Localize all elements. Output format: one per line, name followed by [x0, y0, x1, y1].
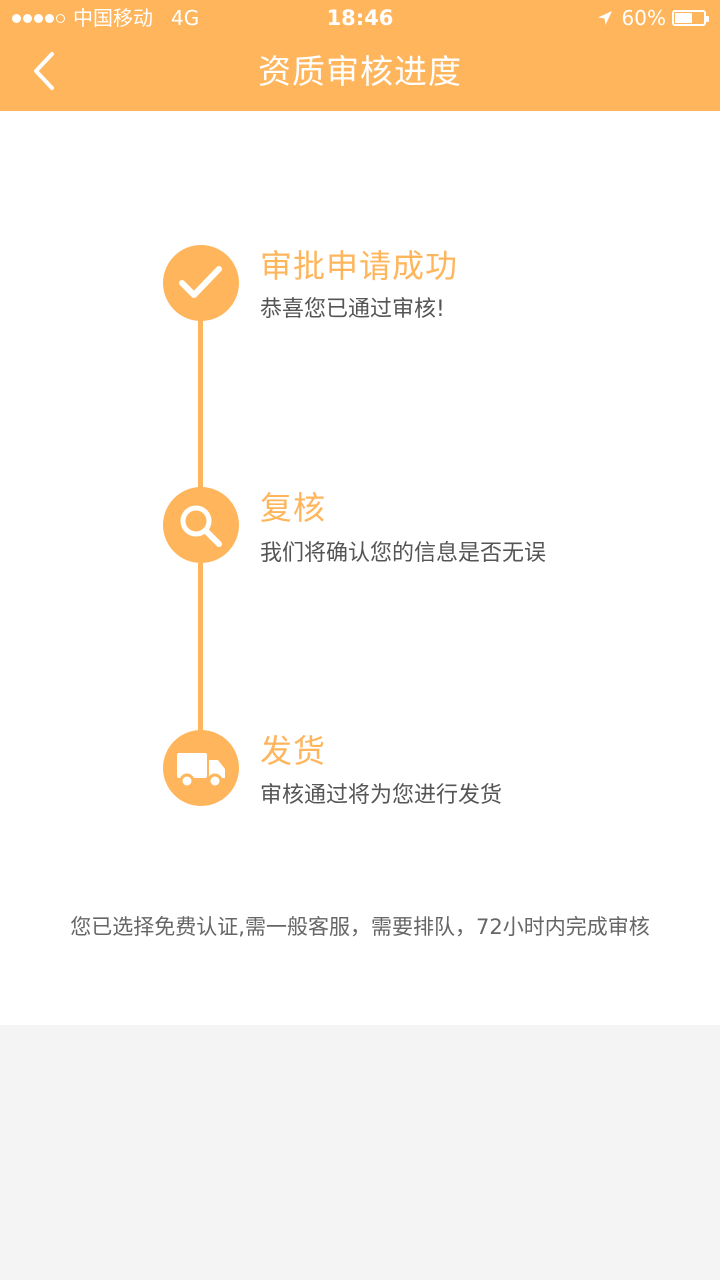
step-approved-circle [163, 245, 239, 321]
status-bar: 中国移动 4G 18:46 60% [0, 0, 720, 36]
location-arrow-icon [597, 11, 612, 25]
battery-tip [706, 16, 709, 22]
step-review-title: 复核 [260, 489, 327, 527]
step-shipping-title: 发货 [260, 732, 327, 770]
page-title: 资质审核进度 [258, 52, 462, 91]
delivery-truck-icon [177, 753, 225, 789]
battery-percent: 60% [621, 6, 666, 30]
progress-content: 审批申请成功 恭喜您已通过审核! 复核 我们将确认您的信息是否无误 发货 审核通… [0, 111, 720, 1025]
step-approved-title: 审批申请成功 [260, 247, 459, 285]
step-approved-description: 恭喜您已通过审核! [260, 297, 445, 322]
queue-notice: 您已选择免费认证,需一般客服，需要排队，72小时内完成审核 [70, 915, 650, 939]
timeline-connector [198, 311, 203, 489]
step-shipping-circle [163, 730, 239, 806]
app-header: 中国移动 4G 18:46 60% 资质审核进度 [0, 0, 720, 111]
step-shipping-description: 审核通过将为您进行发货 [260, 783, 503, 808]
step-review-description: 我们将确认您的信息是否无误 [260, 541, 547, 566]
timeline-connector [198, 563, 203, 733]
status-right: 60% [596, 0, 709, 36]
step-review-circle [163, 487, 239, 563]
search-icon [180, 505, 222, 547]
battery-icon [672, 10, 709, 26]
nav-bar: 资质审核进度 [0, 36, 720, 111]
checkmark-icon [179, 266, 222, 298]
battery-fill [675, 13, 692, 23]
